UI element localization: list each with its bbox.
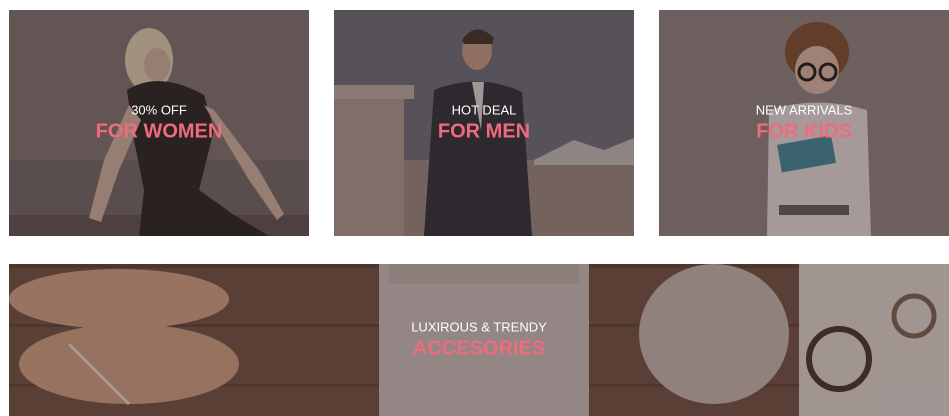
banner-kids[interactable]: NEW ARRIVALS FOR KIDS: [659, 10, 949, 236]
banner-overlay: [9, 10, 309, 236]
banner-men[interactable]: HOT DEAL FOR MEN: [334, 10, 634, 236]
banner-overlay: [659, 10, 949, 236]
banner-women[interactable]: 30% OFF FOR WOMEN: [9, 10, 309, 236]
banner-accessories[interactable]: LUXIROUS & TRENDY ACCESORIES: [9, 264, 949, 416]
banner-overlay: [9, 264, 949, 416]
banner-overlay: [334, 10, 634, 236]
